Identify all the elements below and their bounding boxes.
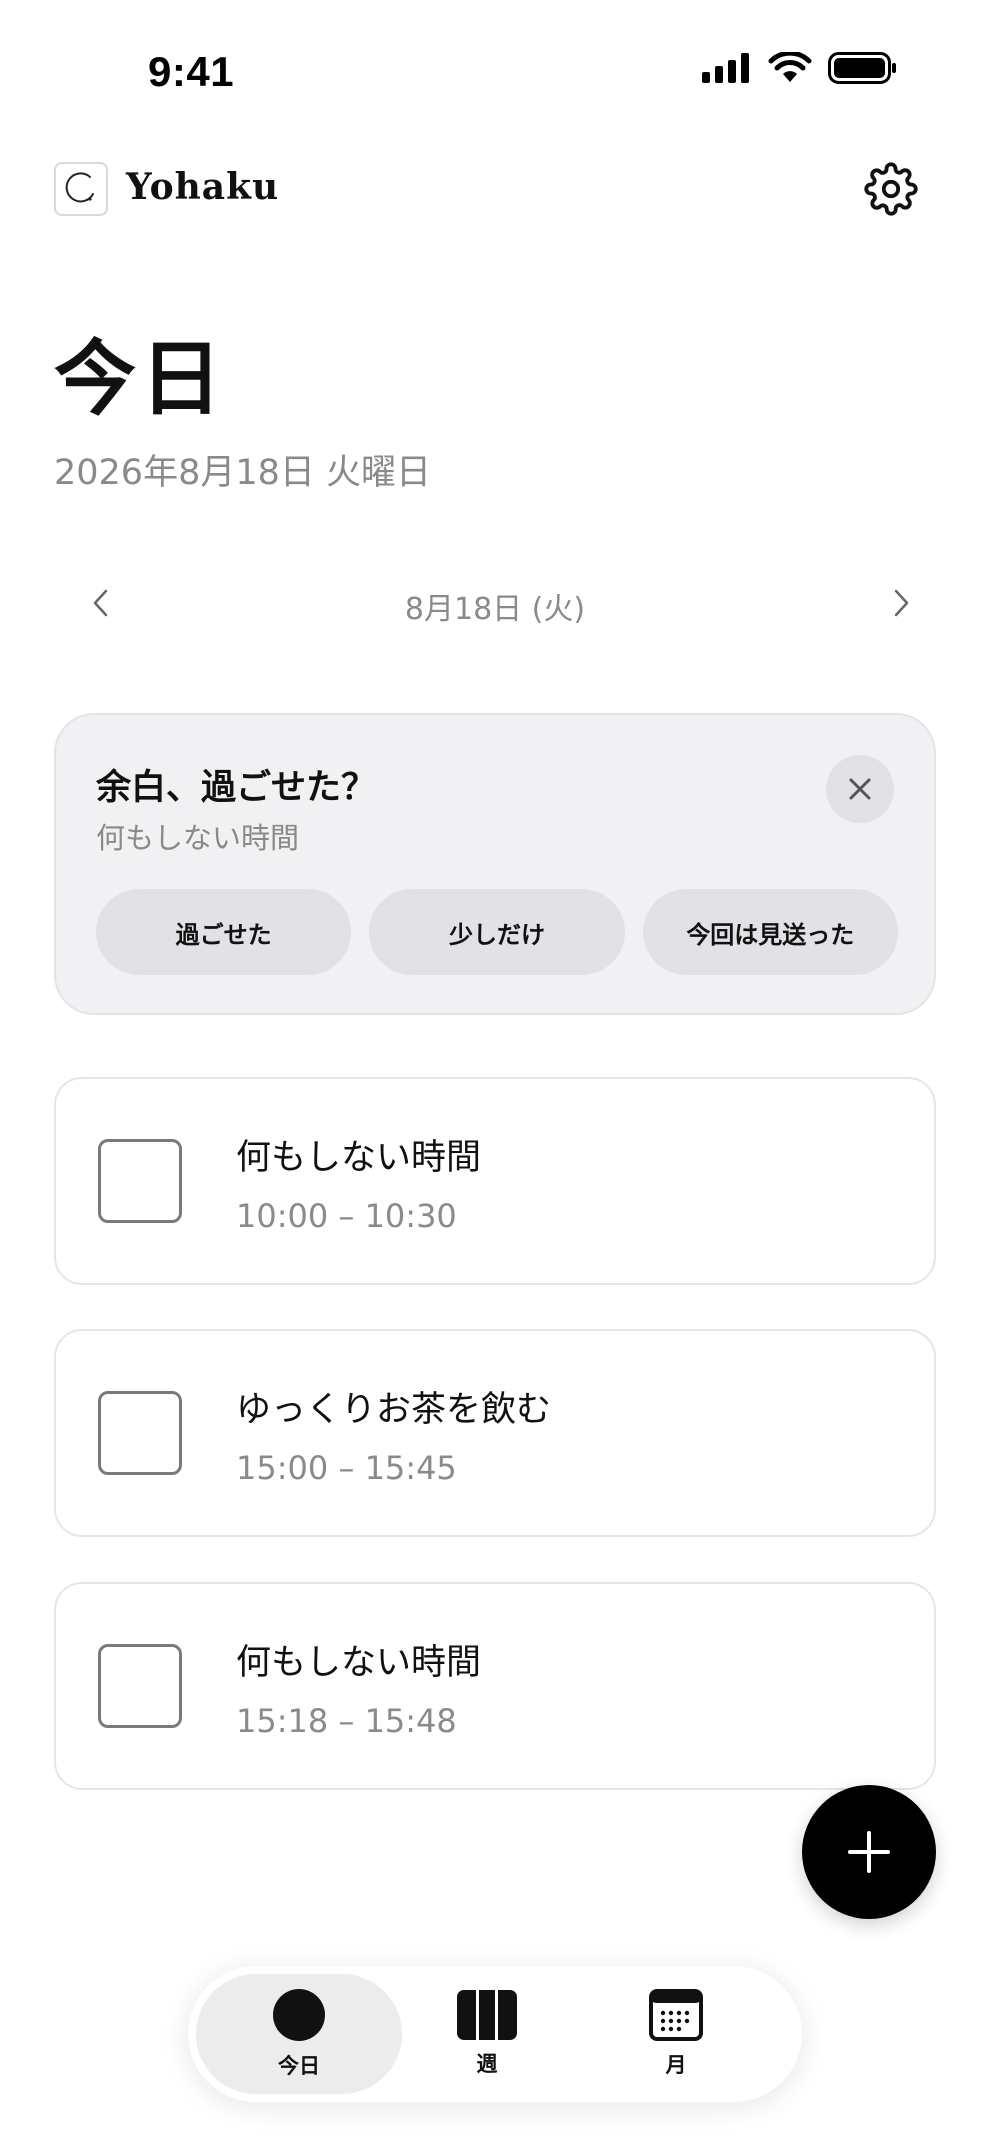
logo-circle-icon [65, 172, 94, 203]
close-icon [849, 778, 871, 800]
tab-today-label: 今日 [278, 2054, 320, 2078]
option-skipped-button[interactable]: 今回は見送った [642, 889, 898, 975]
task-time: 15:00 – 15:45 [236, 1449, 457, 1487]
status-time: 9:41 [148, 48, 235, 95]
option-spent-button[interactable]: 過ごせた [96, 889, 352, 975]
reflection-card: 余白、過ごせた？ 何もしない時間 過ごせた 少しだけ 今回は見送った [54, 713, 936, 1015]
calendar-icon [649, 1989, 703, 2041]
reflection-subtitle: 何もしない時間 [96, 821, 300, 855]
close-button[interactable] [826, 755, 894, 823]
page-title: 今日 [54, 331, 227, 427]
task-checkbox[interactable] [98, 1644, 182, 1728]
task-time: 15:18 – 15:48 [236, 1702, 457, 1740]
settings-button[interactable] [862, 160, 920, 218]
current-date-label[interactable]: 8月18日 (火) [54, 584, 936, 628]
option-a-little-button[interactable]: 少しだけ [369, 889, 625, 975]
tab-month[interactable]: 月 [588, 1974, 764, 2094]
plus-icon [848, 1831, 890, 1873]
columns-icon [457, 1990, 517, 2040]
add-task-button[interactable] [802, 1785, 936, 1919]
tab-today[interactable]: 今日 [196, 1974, 402, 2094]
page-date: 2026年8月18日 火曜日 [54, 453, 432, 493]
task-checkbox[interactable] [98, 1139, 182, 1223]
app-logo [54, 162, 108, 216]
tab-month-label: 月 [665, 2053, 687, 2077]
status-icons [702, 52, 898, 84]
circle-icon [273, 1989, 325, 2041]
task-title: ゆっくりお茶を飲む [236, 1390, 552, 1430]
task-title: 何もしない時間 [236, 1138, 482, 1178]
task-checkbox[interactable] [98, 1391, 182, 1475]
reflection-question: 余白、過ごせた？ [96, 768, 377, 808]
next-day-button[interactable] [868, 570, 934, 636]
task-card[interactable]: ゆっくりお茶を飲む 15:00 – 15:45 [54, 1329, 936, 1537]
task-title: 何もしない時間 [236, 1643, 482, 1683]
task-card[interactable]: 何もしない時間 10:00 – 10:30 [54, 1077, 936, 1285]
app-name: Yohaku [126, 166, 280, 208]
app-header: Yohaku [54, 160, 920, 218]
tab-week-label: 週 [476, 2052, 498, 2076]
task-time: 10:00 – 10:30 [236, 1197, 457, 1235]
battery-icon [828, 52, 896, 84]
gear-icon [864, 162, 918, 216]
signal-icon [702, 53, 749, 83]
task-card[interactable]: 何もしない時間 15:18 – 15:48 [54, 1582, 936, 1790]
status-bar: 9:41 [0, 0, 990, 130]
chevron-right-icon [894, 589, 909, 617]
wifi-icon [768, 52, 812, 82]
date-navigation: 8月18日 (火) [54, 570, 936, 636]
tab-week[interactable]: 週 [402, 1974, 572, 2094]
reflection-options: 過ごせた 少しだけ 今回は見送った [96, 889, 898, 975]
bottom-tab-bar: 今日 週 月 [188, 1966, 802, 2102]
